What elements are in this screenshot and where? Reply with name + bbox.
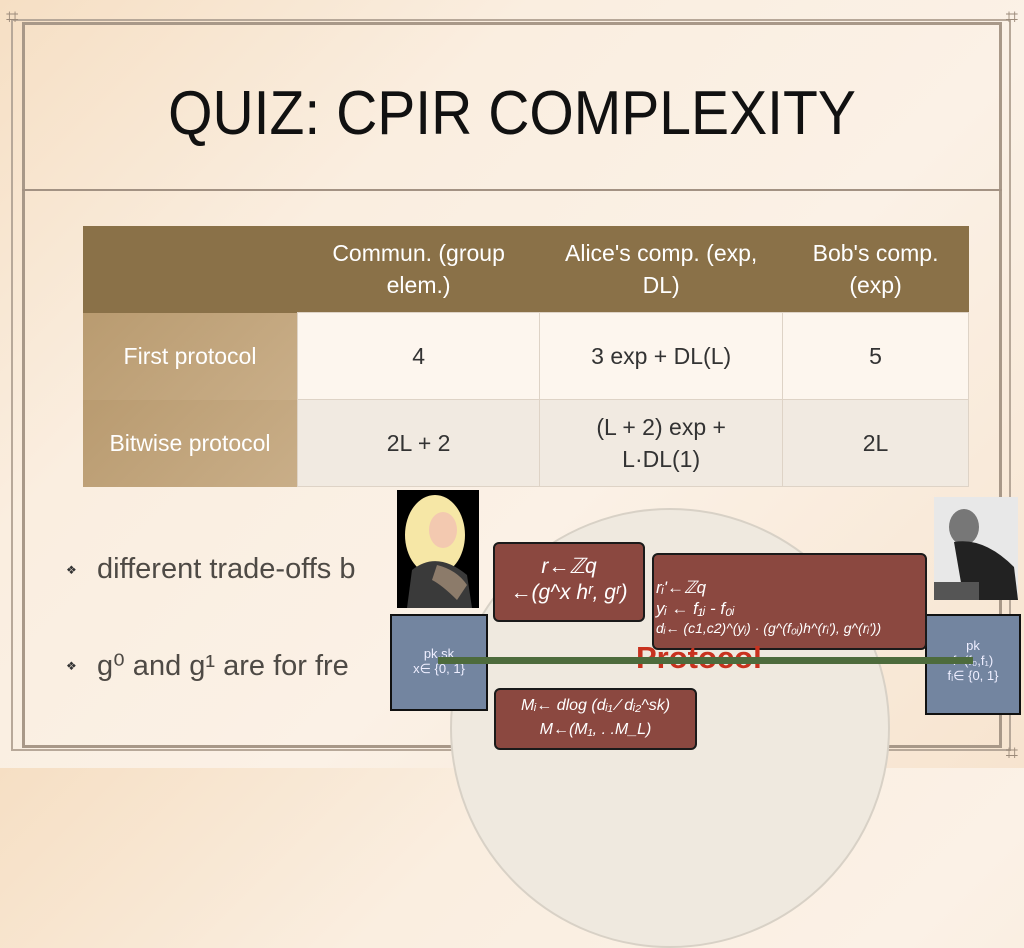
slide-title: QUIZ: CPIR COMPLEXITY — [168, 79, 856, 148]
cell-commun: 2L + 2 — [296, 399, 541, 487]
complexity-table: Commun. (group elem.) Alice's comp. (exp… — [83, 226, 969, 487]
bob-bits: fᵢ∈ {0, 1} — [947, 668, 999, 683]
row-label: First protocol — [83, 312, 298, 400]
cell-commun: 4 — [296, 312, 541, 400]
decode-bubble: Mᵢ← dlog (dᵢ₁ ⁄ dᵢ₂^sk) M←(M₁, . .M_L) — [494, 688, 697, 750]
row-label: Bitwise protocol — [83, 399, 298, 487]
cell-alice: (L + 2) exp + L·DL(1) — [539, 399, 784, 487]
header-bob: Bob's comp. (exp) — [782, 226, 969, 313]
cell-bob: 5 — [782, 312, 969, 400]
bob-random: rᵢ'←ℤq — [656, 578, 707, 597]
header-commun: Commun. (group elem.) — [297, 226, 540, 313]
header-alice: Alice's comp. (exp, DL) — [539, 226, 783, 313]
cell-alice: 3 exp + DL(L) — [539, 312, 784, 400]
diamond-bullet-icon: ❖ — [66, 659, 77, 673]
bullet-text: different trade-offs b — [97, 553, 356, 585]
table-row: First protocol 4 3 exp + DL(L) 5 — [83, 312, 969, 400]
corner-ornament-icon: ⌗ — [1005, 4, 1018, 29]
table-header-row: Commun. (group elem.) Alice's comp. (exp… — [83, 226, 969, 313]
corner-ornament-icon: ⌗ — [6, 4, 19, 29]
decode-step: Mᵢ← dlog (dᵢ₁ ⁄ dᵢ₂^sk) — [520, 697, 671, 714]
diamond-bullet-icon: ❖ — [66, 563, 77, 577]
bob-diff: yᵢ ← f₁ᵢ - f₀ᵢ — [656, 599, 735, 619]
header-empty — [83, 226, 298, 313]
alice-query-bubble: r←ℤq ←(g^x hʳ, gʳ) — [493, 542, 645, 622]
title-divider — [22, 189, 1002, 191]
bob-image — [934, 497, 1018, 600]
corner-ornament-icon: ⌗ — [1005, 740, 1018, 765]
bob-response-bubble: rᵢ'←ℤq yᵢ ← f₁ᵢ - f₀ᵢ dᵢ← (c1,c2)^(yᵢ) ·… — [652, 553, 927, 650]
bob-key-box: pk f=(f₀,f₁) fᵢ∈ {0, 1} — [925, 614, 1021, 715]
bullet-text: g⁰ and g¹ are for fre — [97, 650, 349, 682]
protocol-arrow — [438, 657, 973, 664]
bob-key: pk — [966, 638, 980, 653]
alice-image — [397, 490, 479, 608]
table-row: Bitwise protocol 2L + 2 (L + 2) exp + L·… — [83, 399, 969, 487]
decode-result: M←(M₁, . .M_L) — [539, 721, 652, 738]
cell-bob: 2L — [782, 399, 969, 487]
alice-ciphertext: ←(g^x hʳ, gʳ) — [510, 581, 628, 605]
alice-random: r←ℤq — [541, 555, 597, 578]
bob-response: dᵢ← (c1,c2)^(yᵢ) · (g^(f₀ᵢ)h^(rᵢ'), g^(r… — [656, 619, 882, 636]
